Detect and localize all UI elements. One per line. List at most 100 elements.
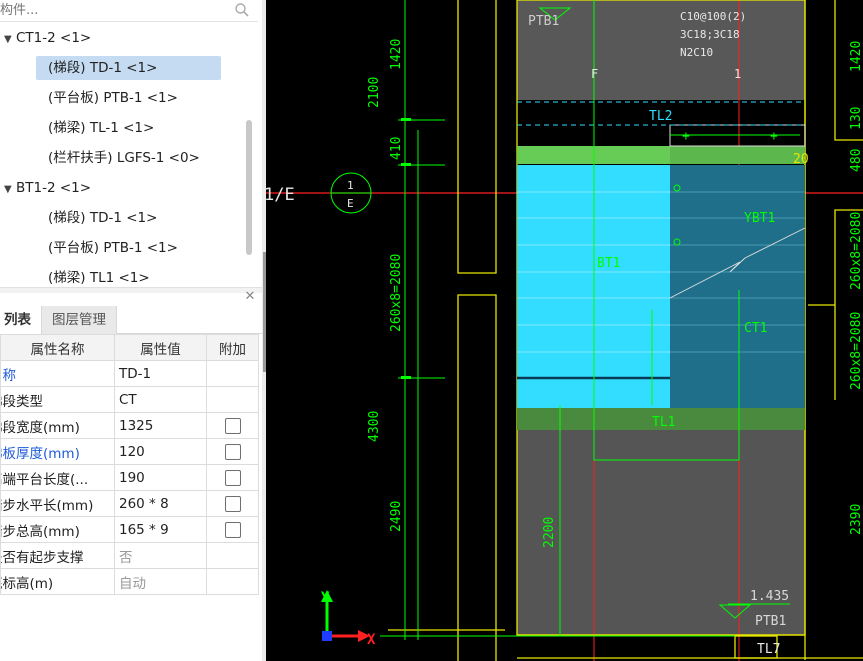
- property-extra: [206, 516, 259, 543]
- label-ybt1: YBT1: [744, 211, 775, 226]
- dim-1420: 1420: [389, 39, 404, 70]
- header-value: 属性值: [114, 334, 207, 361]
- mark-1: 1: [734, 67, 741, 81]
- panel-splitter[interactable]: [0, 287, 262, 293]
- search-icon[interactable]: [234, 2, 250, 18]
- tree-item-tl1[interactable]: (梯梁) TL1 <1>: [48, 266, 150, 286]
- property-extra: [206, 386, 259, 413]
- cad-drawing-canvas[interactable]: + + 1420 2100 410 260x8=2080 4300 2490 2…: [266, 0, 863, 661]
- property-row[interactable]: 踏步水平长(mm)260 * 8: [0, 490, 259, 517]
- tree-item-label: (栏杆扶手) LGFS-1 <0>: [48, 150, 200, 166]
- tree-item-ptb-1-b[interactable]: (平台板) PTB-1 <1>: [48, 236, 178, 260]
- dim-2490: 2490: [389, 501, 404, 532]
- property-value[interactable]: 否: [114, 542, 207, 569]
- label-ptb1-bottom: PTB1: [755, 614, 786, 629]
- chevron-down-icon[interactable]: ▼: [4, 178, 16, 202]
- tree-item-label: CT1-2 <1>: [16, 30, 92, 46]
- label-tl7: TL7: [757, 642, 780, 657]
- close-icon[interactable]: ✕: [244, 290, 256, 303]
- dim-2080: 260x8=2080: [389, 254, 404, 332]
- axis-label-1e: 1/E: [266, 185, 295, 205]
- ucs-y-label: Y: [321, 590, 330, 606]
- property-extra: [206, 412, 259, 439]
- label-bt1: BT1: [597, 256, 620, 271]
- dim-r2080b: 260x8=2080: [849, 312, 863, 390]
- label-ptb1-top: PTB1: [528, 14, 559, 29]
- ucs-x-label: X: [367, 632, 376, 648]
- property-row[interactable]: 踏步总高(mm)165 * 9: [0, 516, 259, 543]
- label-rebar-3: N2C10: [680, 46, 713, 59]
- header-extra: 附加: [206, 334, 259, 361]
- chevron-down-icon[interactable]: ▼: [4, 28, 16, 52]
- tree-item-td-1[interactable]: (梯段) TD-1 <1>: [36, 56, 221, 80]
- property-row[interactable]: 梯段宽度(mm)1325: [0, 412, 259, 439]
- dim-r130: 130: [849, 107, 863, 130]
- property-extra: [206, 360, 259, 387]
- label-tl2: TL2: [649, 109, 672, 124]
- tree-item-td-1-b[interactable]: (梯段) TD-1 <1>: [48, 206, 157, 230]
- property-value[interactable]: 260 * 8: [114, 490, 207, 517]
- component-tree: ▼ CT1-2 <1> (梯段) TD-1 <1> (平台板) PTB-1 <1>…: [0, 23, 258, 286]
- tree-item-ptb-1[interactable]: (平台板) PTB-1 <1>: [48, 86, 178, 110]
- mark-f: F: [591, 67, 598, 81]
- tab-layers[interactable]: 图层管理: [42, 306, 117, 334]
- tree-group-bt1-2[interactable]: ▼ BT1-2 <1>: [4, 176, 91, 200]
- dim-r2080a: 260x8=2080: [849, 212, 863, 290]
- property-value[interactable]: 120: [114, 438, 207, 465]
- axis-bubble-top: 1: [347, 179, 354, 192]
- axis-bubble-bottom: E: [347, 197, 354, 210]
- label-20: 20: [793, 152, 809, 167]
- dim-r1420: 1420: [849, 41, 863, 72]
- property-row[interactable]: 梯板厚度(mm)120: [0, 438, 259, 465]
- stair-flight-ybt1[interactable]: [670, 165, 805, 408]
- property-value[interactable]: TD-1: [114, 360, 207, 387]
- property-value[interactable]: 165 * 9: [114, 516, 207, 543]
- tree-item-label: BT1-2 <1>: [16, 180, 92, 196]
- property-value[interactable]: 自动: [114, 568, 207, 595]
- property-name: 底标高(m): [0, 568, 115, 595]
- tree-item-label: (梯段) TD-1 <1>: [48, 60, 158, 76]
- label-elevation: 1.435: [750, 589, 789, 604]
- property-value[interactable]: CT: [114, 386, 207, 413]
- tree-group-ct1-2[interactable]: ▼ CT1-2 <1>: [4, 26, 91, 50]
- property-value[interactable]: 1325: [114, 412, 207, 439]
- tab-list[interactable]: 列表: [0, 306, 42, 334]
- tree-item-tl-1[interactable]: (梯梁) TL-1 <1>: [48, 116, 154, 140]
- property-row[interactable]: 高端平台长度(...190: [0, 464, 259, 491]
- top-landing-area: [517, 0, 805, 100]
- property-row[interactable]: 是否有起步支撑否: [0, 542, 259, 569]
- property-extra: [206, 490, 259, 517]
- property-extra: [206, 464, 259, 491]
- tree-item-label: (平台板) PTB-1 <1>: [48, 240, 178, 256]
- property-name: 高端平台长度(...: [0, 464, 115, 491]
- tree-item-label: (平台板) PTB-1 <1>: [48, 90, 178, 106]
- property-extra: [206, 542, 259, 569]
- label-tl1: TL1: [652, 415, 675, 430]
- property-row[interactable]: 底标高(m)自动: [0, 568, 259, 595]
- label-rebar-2: 3C18;3C18: [680, 28, 740, 41]
- extra-checkbox[interactable]: [224, 443, 241, 460]
- property-extra: [206, 568, 259, 595]
- property-row[interactable]: 梯段类型CT: [0, 386, 259, 413]
- extra-checkbox[interactable]: [224, 417, 241, 434]
- component-panel: ▼CT1-2 <1> (梯段) TD-1 <1> (平台板) PTB-1 <1>…: [0, 0, 262, 661]
- label-rebar-1: C10@100(2): [680, 10, 746, 23]
- extra-checkbox[interactable]: [224, 469, 241, 486]
- property-row[interactable]: 名称TD-1: [0, 360, 259, 387]
- property-value[interactable]: 190: [114, 464, 207, 491]
- label-ct1: CT1: [744, 321, 767, 336]
- extra-checkbox[interactable]: [224, 495, 241, 512]
- property-header-row: 属性名称 属性值 附加: [0, 334, 259, 361]
- property-name: 踏步水平长(mm): [0, 490, 115, 517]
- property-table: 属性名称 属性值 附加 名称TD-1梯段类型CT梯段宽度(mm)1325梯板厚度…: [0, 334, 259, 595]
- svg-text:+: +: [770, 129, 778, 144]
- extra-checkbox[interactable]: [224, 521, 241, 538]
- tree-item-label: (梯梁) TL-1 <1>: [48, 120, 155, 136]
- property-name: 梯板厚度(mm): [0, 438, 115, 465]
- search-input[interactable]: [0, 0, 228, 21]
- property-extra: [206, 438, 259, 465]
- tree-item-label: (梯梁) TL1 <1>: [48, 270, 150, 286]
- tree-scrollbar[interactable]: [246, 120, 252, 255]
- dim-4300: 4300: [367, 411, 382, 442]
- tree-item-lgfs-1[interactable]: (栏杆扶手) LGFS-1 <0>: [48, 146, 200, 170]
